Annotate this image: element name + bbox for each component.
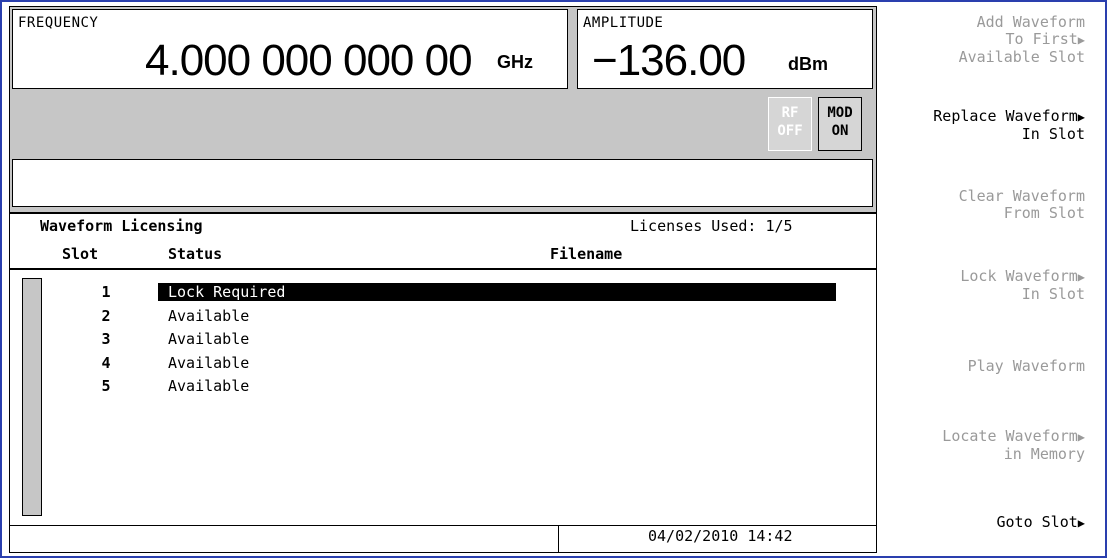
slot-status: Available (168, 377, 250, 395)
mod-on-annunciator: MOD ON (818, 97, 862, 151)
softkey-add-waveform[interactable]: Add Waveform To First▶ Available Slot (885, 14, 1085, 66)
softkey-label: Replace Waveform (933, 107, 1078, 125)
table-row[interactable]: 2 Available (10, 307, 876, 331)
table-row[interactable]: 5 Available (10, 377, 876, 401)
submenu-arrow-icon: ▶ (1077, 516, 1085, 530)
frequency-display[interactable]: FREQUENCY 4.000 000 000 00 GHz (12, 9, 568, 89)
frequency-unit: GHz (497, 52, 533, 72)
column-header-status: Status (168, 245, 223, 263)
softkey-label: In Slot (1021, 285, 1085, 303)
slot-status: Lock Required (158, 283, 836, 301)
softkey-label: In Slot (1021, 125, 1085, 143)
column-header-slot: Slot (62, 245, 99, 263)
softkey-label: Locate Waveform (942, 427, 1078, 445)
submenu-arrow-icon: ▶ (1077, 430, 1085, 444)
footer-vertical-divider (558, 526, 559, 552)
frequency-label: FREQUENCY (18, 15, 99, 31)
slot-list: 1 Lock Required 2 Available 3 Available … (10, 283, 876, 401)
column-header-filename: Filename (550, 245, 623, 263)
status-area: FREQUENCY 4.000 000 000 00 GHz AMPLITUDE… (10, 7, 876, 214)
slot-status: Available (168, 306, 250, 325)
footer-divider (10, 525, 876, 526)
slot-number: 3 (101, 330, 111, 348)
softkey-label: Available Slot (958, 48, 1085, 66)
slot-status: Available (168, 353, 250, 372)
panel-title: Waveform Licensing (40, 217, 203, 235)
softkey-label: Goto Slot (996, 513, 1078, 531)
softkey-label: Add Waveform (976, 13, 1085, 31)
softkey-panel: Add Waveform To First▶ Available Slot Re… (883, 6, 1095, 551)
amplitude-value: −136.00 (592, 36, 746, 85)
rf-off-annunciator: RF OFF (768, 97, 812, 151)
softkey-label: in Memory (1003, 445, 1085, 463)
amplitude-unit: dBm (788, 54, 828, 74)
softkey-label: Play Waveform (967, 357, 1085, 375)
submenu-arrow-icon: ▶ (1077, 110, 1085, 124)
slot-number: 5 (101, 377, 111, 395)
softkey-locate-waveform[interactable]: Locate Waveform▶ in Memory (885, 428, 1085, 463)
submenu-arrow-icon: ▶ (1077, 33, 1085, 47)
softkey-clear-waveform[interactable]: Clear Waveform From Slot (885, 188, 1085, 222)
licenses-used: Licenses Used: 1/5 (630, 217, 793, 235)
softkey-replace-waveform[interactable]: Replace Waveform▶ In Slot (885, 108, 1085, 143)
amplitude-display[interactable]: AMPLITUDE −136.00 dBm (577, 9, 873, 89)
frequency-value: 4.000 000 000 00 (145, 36, 473, 85)
softkey-label: From Slot (1003, 204, 1085, 222)
main-display: FREQUENCY 4.000 000 000 00 GHz AMPLITUDE… (9, 6, 877, 553)
slot-number: 4 (101, 353, 111, 372)
softkey-play-waveform[interactable]: Play Waveform (885, 358, 1085, 375)
message-line (12, 159, 873, 207)
softkey-label: Lock Waveform (960, 267, 1078, 285)
slot-number: 2 (101, 306, 111, 325)
softkey-label: Clear Waveform (958, 187, 1085, 205)
table-row[interactable]: 4 Available (10, 354, 876, 378)
softkey-goto-slot[interactable]: Goto Slot▶ (885, 514, 1085, 532)
slot-number: 1 (101, 283, 111, 301)
table-row[interactable]: 1 Lock Required (10, 283, 876, 307)
datetime: 04/02/2010 14:42 (648, 527, 793, 545)
header-divider (10, 268, 876, 270)
slot-status: Available (168, 330, 250, 348)
amplitude-label: AMPLITUDE (583, 15, 664, 31)
submenu-arrow-icon: ▶ (1077, 270, 1085, 284)
softkey-lock-waveform[interactable]: Lock Waveform▶ In Slot (885, 268, 1085, 303)
table-row[interactable]: 3 Available (10, 330, 876, 354)
softkey-label: To First (1005, 30, 1078, 48)
